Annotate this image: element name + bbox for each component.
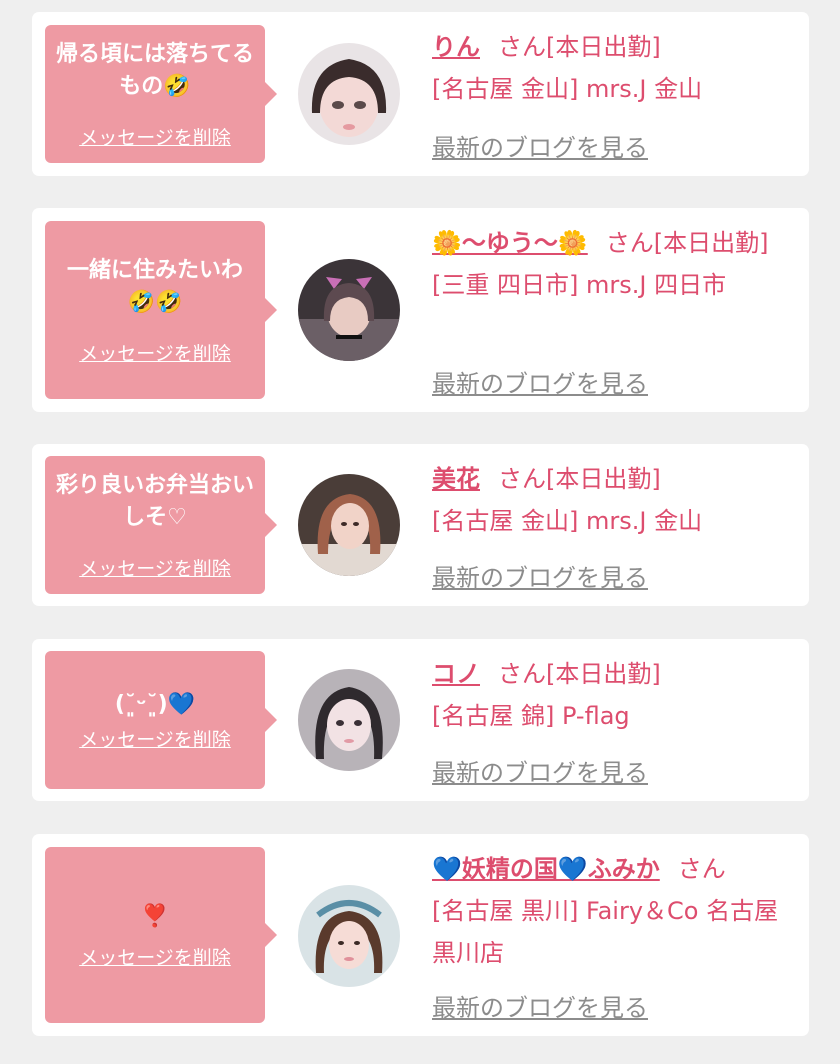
avatar[interactable] [298,43,400,145]
blog-link[interactable]: 最新のブログを見る [432,558,648,593]
message-text: 一緒に住みたいわ🤣🤣 [66,257,243,315]
message-bubble: (˘͈ᵕ˘͈)💙 メッセージを削除 [45,651,277,789]
avatar-photo-icon [298,669,400,771]
shop-text: [名古屋 金山] mrs.J 金山 [432,507,703,535]
avatar[interactable] [298,885,400,987]
message-card: 帰る頃には落ちてるもの🤣 メッセージを削除 りん さん[本日出勤] [名古屋 金山… [32,12,809,176]
blog-link[interactable]: 最新のブログを見る [432,128,648,163]
name-line: 💙妖精の国💙ふみか さん [432,848,799,890]
blog-link[interactable]: 最新のブログを見る [432,364,648,399]
cast-name-link[interactable]: コノ [432,660,480,688]
delete-message-link[interactable]: メッセージを削除 [79,725,231,752]
avatar-photo-icon [298,885,400,987]
message-card: ❣️ メッセージを削除 💙妖精の国💙ふみか さん [名古屋 黒川] Fairy＆C… [32,834,809,1036]
status-text: さん[本日出勤] [498,660,661,688]
name-line: 美花 さん[本日出勤] [432,458,799,500]
status-text: さん[本日出勤] [498,465,661,493]
card-info: 💙妖精の国💙ふみか さん [名古屋 黒川] Fairy＆Co 名古屋黒川店 [432,848,799,974]
message-text: ❣️ [141,903,169,929]
shop-text: [三重 四日市] mrs.J 四日市 [432,271,727,299]
status-text: さん[本日出勤] [605,229,769,257]
status-text: さん [677,855,726,883]
delete-message-link[interactable]: メッセージを削除 [79,554,231,581]
cast-name-link[interactable]: りん [432,33,480,61]
card-info: 🌼〜ゆう〜🌼 さん[本日出勤] [三重 四日市] mrs.J 四日市 [432,222,799,306]
message-list: 帰る頃には落ちてるもの🤣 メッセージを削除 りん さん[本日出勤] [名古屋 金山… [0,0,840,1036]
name-line: 🌼〜ゆう〜🌼 さん[本日出勤] [432,222,799,264]
delete-message-link[interactable]: メッセージを削除 [79,943,231,970]
status-text: さん[本日出勤] [498,33,661,61]
message-text: (˘͈ᵕ˘͈)💙 [114,691,196,717]
cast-name-link[interactable]: 美花 [432,465,480,493]
shop-text: [名古屋 錦] P-flag [432,702,630,730]
blog-link[interactable]: 最新のブログを見る [432,988,648,1023]
message-card: (˘͈ᵕ˘͈)💙 メッセージを削除 コノ さん[本日出勤] [名古屋 錦] P-f… [32,639,809,801]
avatar-photo-icon [298,43,400,145]
name-line: コノ さん[本日出勤] [432,653,799,695]
message-card: 一緒に住みたいわ🤣🤣 メッセージを削除 🌼〜ゆう〜🌼 さん[本日出勤] [三重 四… [32,208,809,412]
message-text: 帰る頃には落ちてるもの🤣 [55,41,254,99]
shop-text: [名古屋 黒川] Fairy＆Co 名古屋黒川店 [432,897,779,967]
message-bubble: 帰る頃には落ちてるもの🤣 メッセージを削除 [45,25,277,163]
message-bubble: ❣️ メッセージを削除 [45,847,277,1023]
card-info: 美花 さん[本日出勤] [名古屋 金山] mrs.J 金山 [432,458,799,542]
message-bubble: 彩り良いお弁当おいしそ♡ メッセージを削除 [45,456,277,594]
avatar[interactable] [298,474,400,576]
card-info: りん さん[本日出勤] [名古屋 金山] mrs.J 金山 [432,26,799,110]
avatar-photo-icon [298,474,400,576]
avatar-photo-icon [298,259,400,361]
avatar[interactable] [298,259,400,361]
message-card: 彩り良いお弁当おいしそ♡ メッセージを削除 美花 さん[本日出勤] [名古屋 金山… [32,444,809,606]
name-line: りん さん[本日出勤] [432,26,799,68]
shop-text: [名古屋 金山] mrs.J 金山 [432,75,703,103]
delete-message-link[interactable]: メッセージを削除 [79,339,231,366]
cast-name-link[interactable]: 💙妖精の国💙ふみか [432,855,660,883]
avatar[interactable] [298,669,400,771]
message-bubble: 一緒に住みたいわ🤣🤣 メッセージを削除 [45,221,277,399]
blog-link[interactable]: 最新のブログを見る [432,753,648,788]
message-text: 彩り良いお弁当おいしそ♡ [55,472,254,530]
card-info: コノ さん[本日出勤] [名古屋 錦] P-flag [432,653,799,737]
cast-name-link[interactable]: 🌼〜ゆう〜🌼 [432,229,588,257]
delete-message-link[interactable]: メッセージを削除 [79,123,231,150]
